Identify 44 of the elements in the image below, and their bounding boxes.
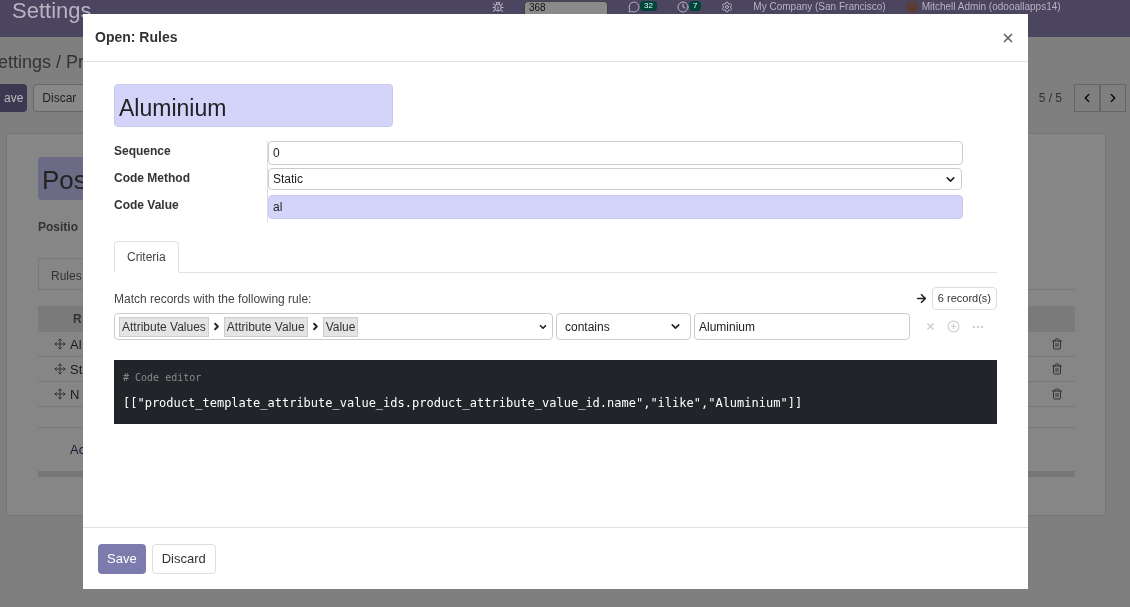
- text-field[interactable]: al: [268, 195, 963, 219]
- dialog-title: Open: Rules: [95, 28, 178, 47]
- save-button[interactable]: Save: [98, 543, 146, 574]
- row-text[interactable]: Al: [70, 337, 82, 352]
- select-field[interactable]: Static: [268, 168, 962, 190]
- user-name[interactable]: Mitchell Admin (odooallapps14): [921, 1, 1061, 13]
- path-segment: Attribute Values: [119, 316, 209, 337]
- chat-icon[interactable]: [628, 1, 640, 13]
- code-comment: # Code editor: [123, 371, 203, 385]
- arrow-icon: [914, 292, 928, 305]
- count-badge: 7: [688, 1, 702, 11]
- path-segment: Attribute Value: [223, 316, 308, 337]
- row-text[interactable]: St: [70, 362, 83, 377]
- rule-description: Match records with the following rule:: [114, 290, 312, 308]
- row-text[interactable]: N: [70, 387, 80, 402]
- name-field[interactable]: Aluminium: [114, 84, 393, 127]
- column-header: R: [73, 311, 82, 328]
- operator-select[interactable]: contains: [556, 313, 691, 340]
- avatar: [905, 1, 918, 13]
- move-icon[interactable]: [54, 388, 66, 400]
- move-icon[interactable]: [54, 363, 66, 375]
- text-field[interactable]: 0: [268, 141, 963, 165]
- field-path-selector[interactable]: Attribute Values Attribute Value Value: [114, 313, 553, 340]
- path-segment: Value: [322, 316, 359, 337]
- save-button[interactable]: ave: [0, 84, 28, 112]
- code-line: [["product_template_attribute_value_ids.product_attribute_value_id.name","ilike","Aluminium"]]: [123, 395, 804, 412]
- trash-icon[interactable]: [1051, 363, 1063, 375]
- gear-icon[interactable]: [721, 1, 734, 13]
- pager: 5 / 5: [1038, 90, 1062, 107]
- count-badge: 32: [640, 1, 657, 11]
- field-label: Positio: [38, 219, 79, 236]
- bug-icon[interactable]: [492, 1, 504, 13]
- discard-button[interactable]: Discard: [151, 543, 216, 574]
- move-icon[interactable]: [54, 338, 66, 350]
- field-label: Code Method: [114, 168, 268, 195]
- tab[interactable]: Criteria: [114, 241, 179, 273]
- company-name[interactable]: My Company (San Francisco): [753, 1, 886, 13]
- record-count-button[interactable]: 6 record(s): [931, 287, 997, 310]
- code-editor[interactable]: # Code editor [["product_template_attribute_value_ids.product_attribute_value_id.name","ilike","Aluminium"]]: [114, 360, 997, 424]
- clock-icon[interactable]: [676, 1, 689, 13]
- trash-icon[interactable]: [1051, 388, 1063, 400]
- value-field[interactable]: Aluminium: [694, 313, 910, 340]
- trash-icon[interactable]: [1051, 338, 1063, 350]
- discard-button[interactable]: Discar: [33, 84, 86, 112]
